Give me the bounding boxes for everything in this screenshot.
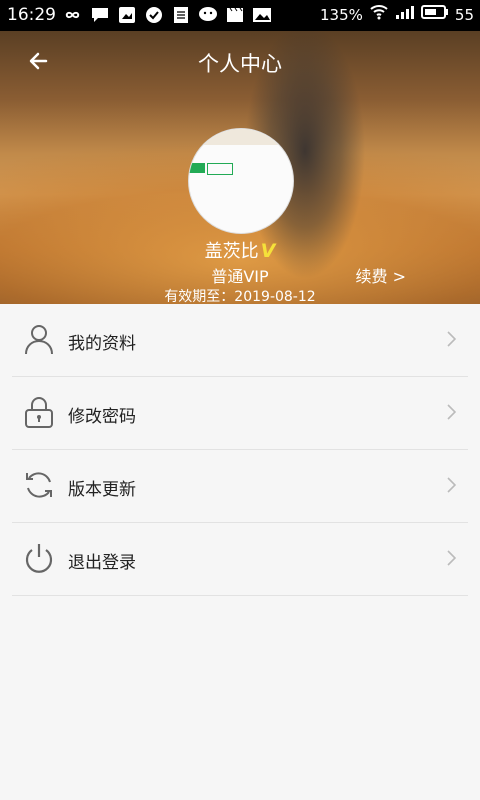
chevron-right-icon (446, 550, 457, 566)
status-time: 16:29 (7, 5, 56, 25)
signal-icon (395, 4, 415, 25)
gallery-icon (251, 4, 272, 25)
system-status: 135% 55 (320, 4, 474, 25)
menu-item-version-update[interactable]: 版本更新 (12, 450, 468, 523)
chat-bubble-icon (89, 4, 110, 25)
menu-item-profile[interactable]: 我的资料 (12, 304, 468, 377)
power-icon (22, 541, 56, 575)
avatar-image-bar (189, 129, 293, 145)
chevron-right-icon (446, 477, 457, 493)
avatar-image-tab (189, 163, 205, 173)
battery-level: 55 (454, 5, 474, 24)
avatar[interactable] (188, 128, 294, 234)
lock-icon (22, 395, 56, 429)
profile-header: 个人中心 盖茨比 V 普通VIP 续费 > 有效期至：2019-08-12 (0, 31, 480, 304)
username: 盖茨比 (204, 241, 259, 262)
wifi-icon (369, 4, 389, 25)
document-icon (170, 4, 191, 25)
menu-item-logout[interactable]: 退出登录 (12, 523, 468, 596)
page-title: 个人中心 (198, 52, 282, 76)
avatar-image-tab (207, 163, 233, 175)
battery-percent-text: 135% (320, 5, 363, 24)
chevron-right-icon (446, 404, 457, 420)
vip-badge-icon: V (260, 240, 276, 262)
person-icon (22, 322, 56, 356)
image-app-icon (116, 4, 137, 25)
menu-list: 我的资料 修改密码 版本更新 退出登录 (0, 304, 480, 596)
clapper-icon (224, 4, 245, 25)
menu-item-label: 修改密码 (68, 407, 136, 427)
renew-button[interactable]: 续费 > (356, 263, 407, 287)
menu-item-label: 我的资料 (68, 334, 136, 354)
check-circle-icon (143, 4, 164, 25)
refresh-icon (22, 468, 56, 502)
wechat-icon (197, 4, 218, 25)
battery-icon (420, 4, 449, 25)
menu-item-label: 退出登录 (68, 553, 136, 573)
menu-item-label: 版本更新 (68, 480, 136, 500)
menu-item-change-password[interactable]: 修改密码 (12, 377, 468, 450)
vip-level: 普通VIP (211, 267, 269, 286)
notification-icons (62, 4, 272, 25)
infinity-icon (62, 4, 83, 25)
expire-date: 有效期至：2019-08-12 (164, 289, 316, 304)
username-row: 盖茨比 V (0, 237, 480, 263)
status-bar: 16:29 135% 55 (0, 0, 480, 31)
chevron-right-icon (446, 331, 457, 347)
